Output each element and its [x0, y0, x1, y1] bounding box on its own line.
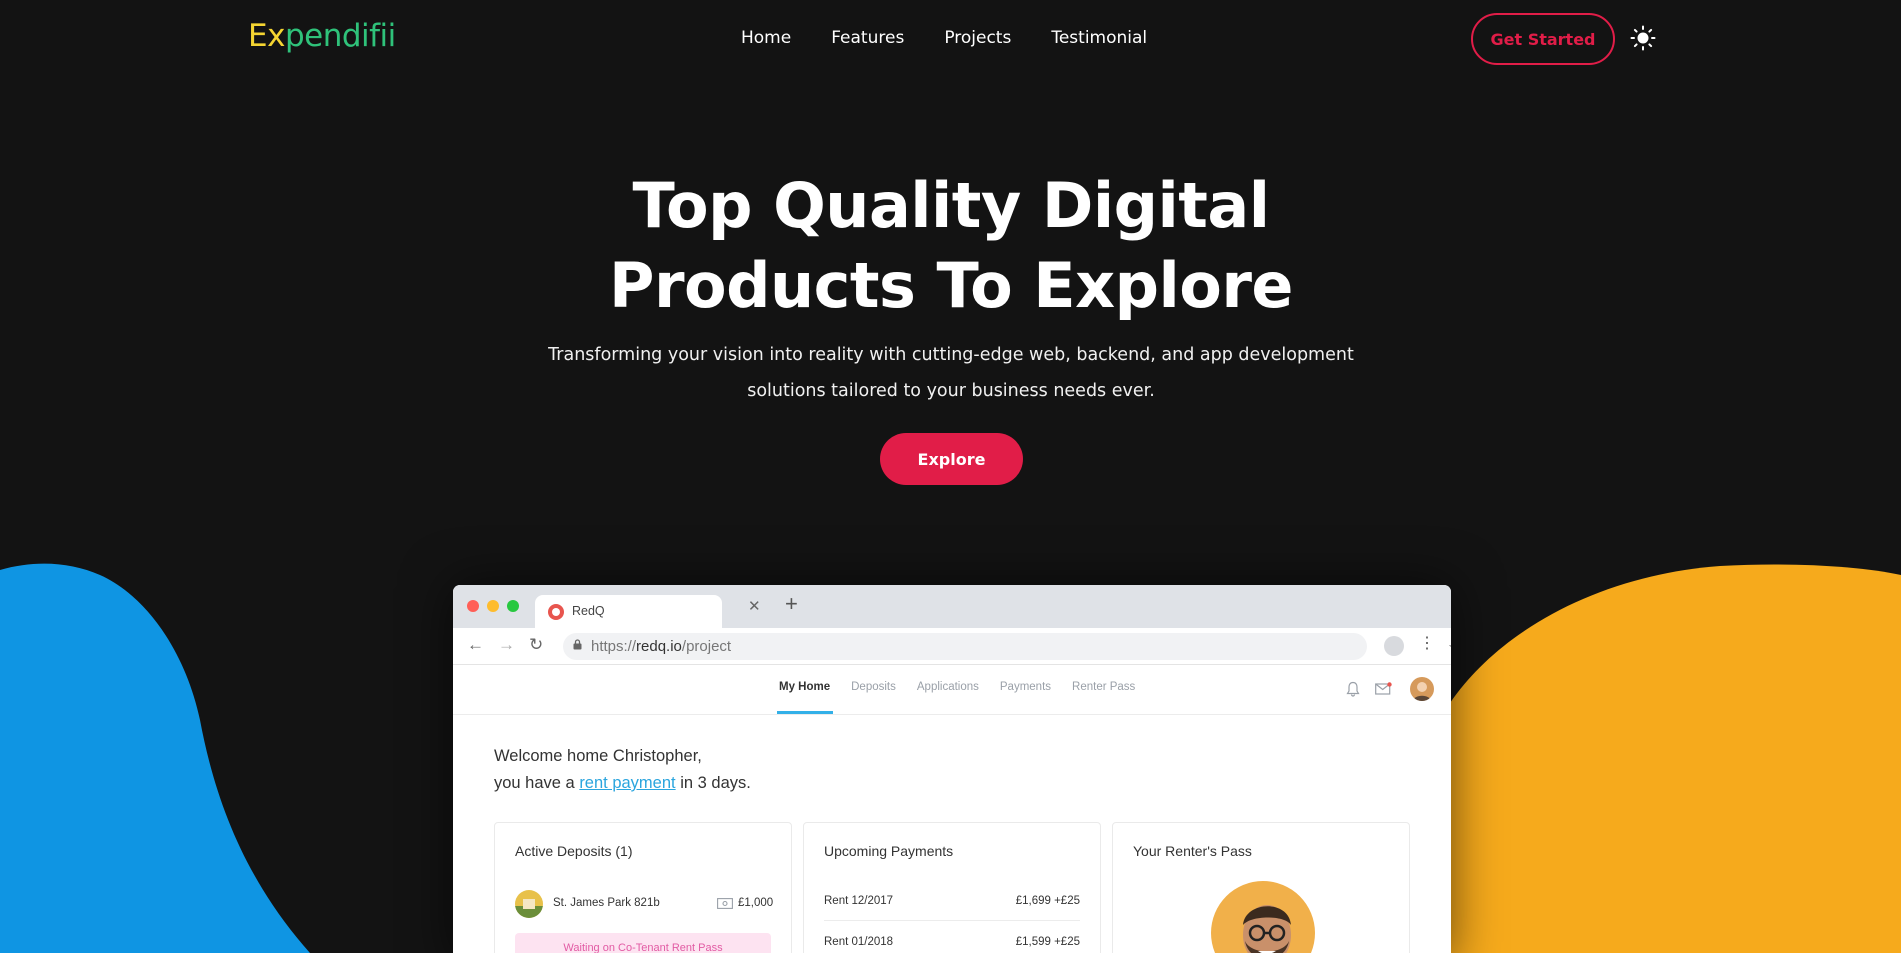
nav-link-testimonial[interactable]: Testimonial [1051, 28, 1147, 48]
url-text: https://redq.io/project [591, 638, 732, 655]
mail-icon [1375, 682, 1392, 695]
bell-icon [1346, 681, 1360, 697]
bookmark-star-icon: ☆ [1448, 638, 1451, 656]
browser-mockup-screenshot: RedQ ✕ + ← → ↻ https://redq.io/project ☆… [453, 585, 1451, 953]
nav-link-projects[interactable]: Projects [944, 28, 1011, 48]
card-title: Your Renter's Pass [1133, 843, 1252, 859]
browser-tab-title: RedQ [572, 604, 605, 618]
logo-part-2: pendifii [284, 18, 396, 54]
welcome-message: Welcome home Christopher, you have a ren… [494, 743, 751, 797]
lock-icon [573, 639, 582, 650]
user-avatar [1410, 677, 1434, 701]
brand-logo[interactable]: Expendifii [248, 18, 396, 54]
property-thumbnail [515, 890, 543, 918]
app-tab-applications: Applications [916, 681, 979, 693]
rent-payment-link: rent payment [579, 774, 676, 792]
window-maximize-dot [507, 600, 519, 612]
extension-icon [1384, 636, 1404, 656]
payment-row: Rent 12/2017 £1,699 +£25 [824, 881, 1080, 921]
card-title: Upcoming Payments [824, 843, 954, 859]
active-deposits-card: Active Deposits (1) St. James Park 821b … [494, 822, 792, 953]
renters-pass-card: Your Renter's Pass [1112, 822, 1410, 953]
top-navbar: Expendifii Home Features Projects Testim… [0, 0, 1901, 78]
welcome-line-1: Welcome home Christopher, [494, 747, 702, 765]
app-tab-renter-pass: Renter Pass [1072, 681, 1136, 693]
sun-icon[interactable] [1630, 25, 1656, 51]
reload-icon: ↻ [529, 635, 544, 654]
nav-link-home[interactable]: Home [741, 28, 791, 48]
browser-address-bar: ← → ↻ https://redq.io/project ☆ ⋮ [453, 628, 1451, 665]
hero-title-line-2: Products To Explore [609, 249, 1293, 322]
get-started-button[interactable]: Get Started [1471, 13, 1615, 65]
app-nav-bar: My Home Deposits Applications Payments R… [453, 665, 1451, 715]
upcoming-payments-card: Upcoming Payments Rent 12/2017 £1,699 +£… [803, 822, 1101, 953]
renter-photo [1211, 881, 1315, 953]
deposit-amount: £1,000 [738, 897, 774, 909]
welcome-line-2: you have a rent payment in 3 days. [494, 774, 751, 792]
new-tab-icon: + [785, 591, 798, 616]
card-title: Active Deposits (1) [515, 843, 633, 859]
blue-blob [0, 563, 310, 953]
logo-part-1: Ex [248, 18, 285, 54]
back-arrow-icon: ← [467, 635, 484, 654]
browser-tab-bar: RedQ ✕ + [453, 585, 1451, 628]
window-close-dot [467, 600, 479, 612]
app-tab-deposits: Deposits [851, 681, 896, 693]
app-tab-my-home: My Home [779, 681, 831, 693]
browser-tab: RedQ [535, 595, 722, 628]
active-tab-underline [777, 711, 833, 714]
main-menu: Home Features Projects Testimonial [741, 28, 1147, 48]
redq-logo-icon [548, 604, 564, 620]
url-field: https://redq.io/project ☆ [563, 633, 1451, 660]
hero-subtitle-line-2: solutions tailored to your business need… [747, 381, 1155, 401]
window-minimize-dot [487, 600, 499, 612]
browser-menu-icon: ⋮ [1419, 635, 1435, 652]
hero-title-line-1: Top Quality Digital [632, 169, 1270, 242]
deposit-status-badge: Waiting on Co-Tenant Rent Pass [515, 933, 771, 953]
hero-subtitle: Transforming your vision into reality wi… [520, 337, 1382, 409]
app-tab-payments: Payments [999, 681, 1052, 693]
tab-close-icon: ✕ [748, 598, 761, 615]
yellow-blob [1450, 564, 1901, 953]
forward-arrow-icon: → [498, 635, 515, 654]
cash-icon [717, 898, 733, 909]
nav-link-features[interactable]: Features [831, 28, 904, 48]
hero-title: Top Quality Digital Products To Explore [500, 166, 1402, 326]
hero-subtitle-line-1: Transforming your vision into reality wi… [548, 345, 1354, 365]
deposit-property-name: St. James Park 821b [553, 897, 660, 909]
payment-row: Rent 01/2018 £1,599 +£25 [824, 922, 1080, 953]
explore-button[interactable]: Explore [880, 433, 1023, 485]
